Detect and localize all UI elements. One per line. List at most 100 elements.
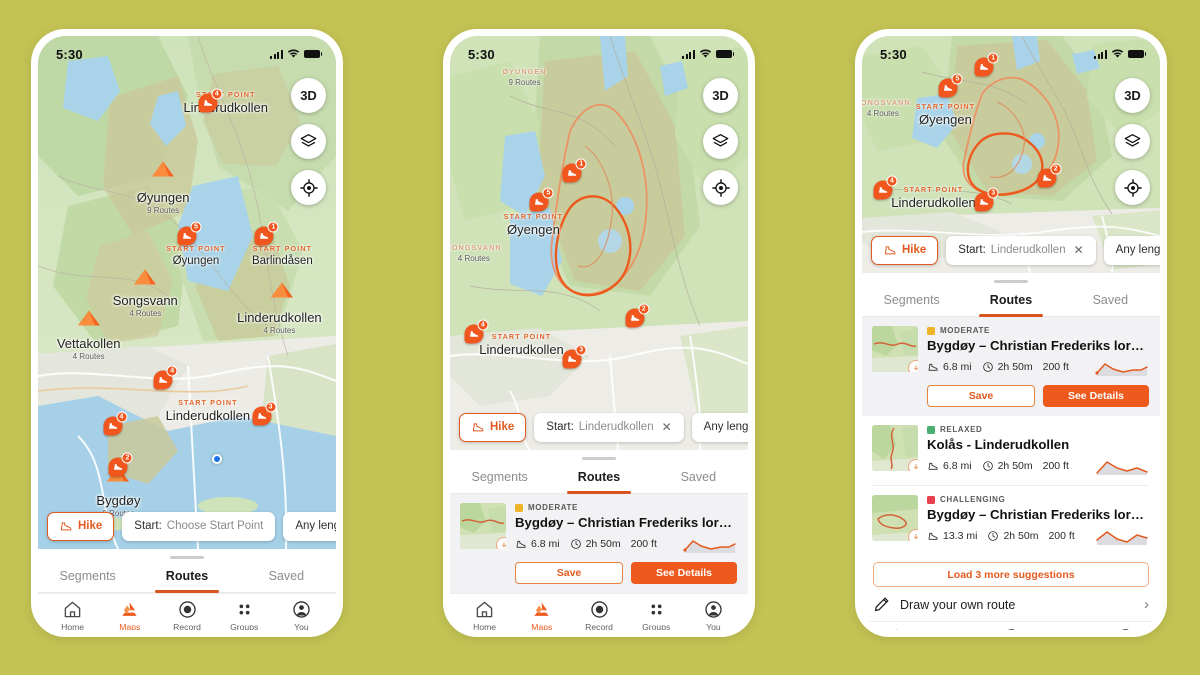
map-label: START POINT Barlindåsen [251, 243, 313, 267]
tab-saved[interactable]: Saved [1061, 283, 1160, 316]
tab-saved[interactable]: Saved [649, 460, 748, 493]
stat-elevation: 200 ft [1043, 361, 1069, 373]
download-route-button[interactable] [908, 459, 918, 471]
status-icons [682, 49, 735, 59]
locate-me[interactable] [703, 170, 738, 205]
locate-me[interactable] [291, 170, 326, 205]
3d-toggle[interactable]: 3D [703, 78, 738, 113]
start-point-value: Choose Start Point [166, 520, 264, 532]
phone2-map[interactable]: 5:30 3D 1 5 4 2 3 ØYUNGEN 9 Routes START… [450, 36, 748, 450]
phone2-route-list: MODERATE Bygdøy – Christian Frederiks lo… [450, 494, 748, 593]
phone2-screen: 5:30 3D 1 5 4 2 3 ØYUNGEN 9 Routes START… [450, 36, 748, 630]
map-pin[interactable]: 1 [254, 221, 279, 246]
nav-groups[interactable]: Groups [628, 600, 685, 630]
nav-home[interactable]: Home [44, 600, 101, 630]
map-pin[interactable]: 4 [873, 175, 898, 200]
stat-distance: 13.3 mi [927, 530, 977, 542]
length-filter-chip[interactable]: Any length [1103, 235, 1160, 265]
draw-your-own-route-row[interactable]: Draw your own route › [862, 587, 1160, 621]
save-button[interactable]: Save [927, 385, 1035, 407]
map-pin[interactable]: 4 [464, 319, 489, 344]
phone3-filter-chips: Hike Start: Linderudkollen ✕ Any length … [862, 227, 1160, 273]
download-route-button[interactable] [908, 360, 918, 372]
groups-icon [1059, 628, 1078, 630]
clear-start-point-icon[interactable]: ✕ [662, 420, 672, 434]
tab-saved[interactable]: Saved [237, 559, 336, 592]
activity-type-chip[interactable]: Hike [871, 235, 939, 265]
battery-full-icon [304, 49, 323, 59]
map-pin[interactable]: 5 [529, 187, 554, 212]
nav-record[interactable]: Record [570, 600, 627, 630]
map-pin[interactable]: 1 [562, 158, 587, 183]
map-pin[interactable]: 5 [177, 221, 202, 246]
nav-maps[interactable]: Maps [925, 628, 982, 630]
phone3-map[interactable]: 5:30 3D 1 5 4 2 3 ONGSVANN 4 Routes STAR… [862, 36, 1160, 273]
start-point-chip[interactable]: Start: Linderudkollen ✕ [946, 235, 1096, 265]
clear-start-point-icon[interactable]: ✕ [1074, 243, 1084, 257]
stat-duration: 2h 50m [987, 530, 1038, 542]
nav-record[interactable]: Record [158, 600, 215, 630]
maps-icon [944, 628, 963, 630]
nav-you[interactable]: You [685, 600, 742, 630]
nav-home[interactable]: Home [456, 600, 513, 630]
start-point-chip[interactable]: Start: Linderudkollen ✕ [534, 412, 684, 442]
map-label: START POINT Linderudkollen [165, 397, 251, 423]
nav-groups[interactable]: Groups [216, 600, 273, 630]
pin-badge: 4 [166, 365, 178, 377]
route-card[interactable]: MODERATE Bygdøy – Christian Frederiks lo… [862, 317, 1160, 416]
route-card-body: CHALLENGING Bygdøy – Christian Frederiks… [927, 495, 1149, 546]
map-pin[interactable]: 2 [625, 303, 650, 328]
3d-toggle[interactable]: 3D [1115, 78, 1150, 113]
length-filter-chip[interactable]: Any length [283, 511, 336, 541]
tab-routes[interactable]: Routes [549, 460, 648, 494]
map-pin[interactable]: 4 [103, 411, 127, 436]
nav-you[interactable]: You [273, 600, 330, 630]
nav-maps[interactable]: Maps [101, 600, 158, 630]
route-card[interactable]: RELAXED Kolås - Linderudkollen 6.8 mi 2h… [862, 416, 1160, 485]
route-card[interactable]: CHALLENGING Bygdøy – Christian Frederiks… [862, 486, 1160, 555]
status-icons [1094, 49, 1147, 59]
map-label: START POINT Linderudkollen [891, 185, 976, 211]
tab-segments[interactable]: Segments [862, 283, 961, 316]
tab-segments[interactable]: Segments [38, 559, 137, 592]
3d-toggle[interactable]: 3D [291, 78, 326, 113]
download-route-button[interactable] [908, 529, 918, 541]
tab-routes[interactable]: Routes [961, 283, 1060, 317]
nav-you[interactable]: You [1097, 628, 1154, 630]
length-filter-chip[interactable]: Any length [691, 412, 748, 442]
phone1-map[interactable]: 5:30 3D 4 5 1 4 4 3 2 START POINT Linder… [38, 36, 336, 549]
map-pin[interactable]: 3 [562, 344, 587, 369]
activity-type-chip[interactable]: Hike [459, 412, 527, 442]
nav-home[interactable]: Home [868, 628, 925, 630]
load-more-button[interactable]: Load 3 more suggestions [873, 562, 1149, 587]
route-thumbnail [460, 503, 506, 549]
groups-icon [239, 604, 250, 615]
length-filter-label: Any length [295, 520, 336, 532]
pencil-icon [873, 596, 890, 613]
map-pin[interactable]: 3 [974, 187, 999, 212]
layers-toggle[interactable] [1115, 124, 1150, 159]
nav-record[interactable]: Record [982, 628, 1039, 630]
save-button[interactable]: Save [515, 562, 623, 584]
map-pin[interactable]: 4 [198, 88, 223, 113]
locate-me[interactable] [1115, 170, 1150, 205]
layers-toggle[interactable] [703, 124, 738, 159]
nav-groups[interactable]: Groups [1040, 628, 1097, 630]
see-details-button[interactable]: See Details [631, 562, 737, 584]
tab-segments[interactable]: Segments [450, 460, 549, 493]
record-icon [1007, 629, 1015, 630]
map-pin[interactable]: 5 [938, 73, 963, 98]
start-point-chip[interactable]: Start: Choose Start Point [122, 511, 276, 541]
layers-toggle[interactable] [291, 124, 326, 159]
activity-type-chip[interactable]: Hike [47, 511, 115, 541]
see-details-button[interactable]: See Details [1043, 385, 1149, 407]
map-pin[interactable]: 3 [252, 401, 276, 426]
map-pin[interactable]: 2 [1037, 163, 1062, 188]
map-pin[interactable]: 2 [108, 452, 133, 477]
map-pin[interactable]: 4 [153, 365, 178, 390]
pin-badge: 4 [477, 319, 489, 331]
tab-routes[interactable]: Routes [137, 559, 236, 593]
route-card[interactable]: MODERATE Bygdøy – Christian Frederiks lo… [450, 494, 748, 593]
nav-maps[interactable]: Maps [513, 600, 570, 630]
download-route-button[interactable] [496, 537, 506, 549]
